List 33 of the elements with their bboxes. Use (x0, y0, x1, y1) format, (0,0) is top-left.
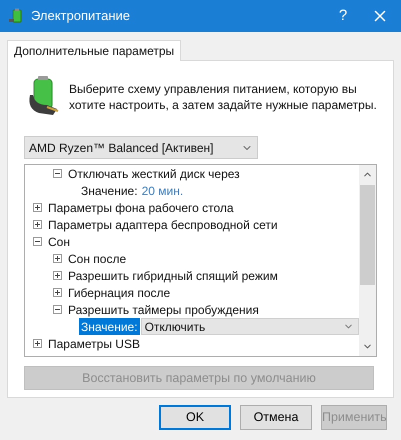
value-label[interactable]: Значение: (81, 182, 138, 200)
scrollbar[interactable] (359, 165, 376, 356)
collapse-icon[interactable] (53, 305, 62, 314)
description-text: Выберите схему управления питанием, которую вы хотите настроить, а затем задайте нужные параметры. (69, 81, 377, 113)
expand-icon[interactable] (53, 271, 62, 280)
value-dropdown[interactable]: Отключить (140, 318, 359, 335)
collapse-icon[interactable] (33, 237, 42, 246)
tree-item[interactable]: Разрешить гибридный спящий режим (68, 266, 278, 284)
collapse-icon[interactable] (53, 169, 62, 178)
expand-icon[interactable] (53, 288, 62, 297)
value-label: Значение: (79, 318, 140, 335)
tree-item[interactable]: Параметры USB (48, 334, 140, 352)
tree-item[interactable]: Разрешить таймеры пробуждения (68, 300, 259, 318)
value-text[interactable]: 20 мин. (142, 182, 184, 200)
expand-icon[interactable] (33, 203, 42, 212)
expand-icon[interactable] (33, 339, 42, 348)
tree-item[interactable]: Сон после (68, 250, 126, 268)
window-title: Электропитание (31, 7, 130, 26)
tree-item[interactable]: Гибернация после (68, 284, 170, 302)
dialog-button[interactable]: OK (159, 405, 231, 430)
scrollbar-thumb[interactable] (360, 185, 375, 285)
tree-item[interactable]: Сон (48, 232, 70, 250)
tree-item[interactable]: Отключать жесткий диск через (68, 165, 240, 182)
battery-plug-icon (8, 8, 24, 24)
dialog-button[interactable]: Отмена (240, 405, 312, 430)
battery-icon (27, 75, 61, 117)
plan-dropdown[interactable]: AMD Ryzen™ Balanced [Активен] (24, 136, 258, 159)
help-button[interactable]: ? (325, 4, 361, 28)
tree-item[interactable]: Параметры фона рабочего стола (48, 198, 234, 216)
expand-icon[interactable] (53, 254, 62, 263)
tree-item[interactable]: Параметры адаптера беспроводной сети (48, 216, 278, 234)
tab[interactable]: Дополнительные параметры (7, 40, 182, 61)
expand-icon[interactable] (33, 220, 42, 229)
